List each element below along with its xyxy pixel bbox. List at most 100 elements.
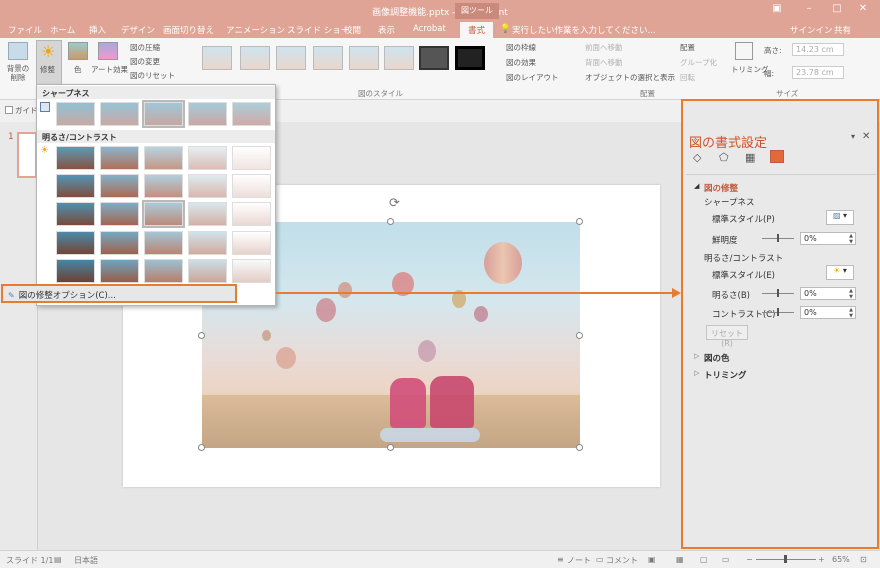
brightness-contrast-option[interactable] <box>188 259 227 283</box>
tab-animations[interactable]: アニメーション <box>226 24 285 36</box>
picture-style-8[interactable] <box>455 46 485 70</box>
brightness-contrast-option[interactable] <box>56 146 95 170</box>
group-button[interactable]: グループ化 <box>680 57 717 68</box>
normal-view-icon[interactable]: ▣ <box>648 555 656 564</box>
sharpness-option[interactable] <box>188 102 227 126</box>
height-input[interactable]: 14.23 cm <box>792 43 844 56</box>
tab-home[interactable]: ホーム <box>50 24 75 36</box>
send-backward-button[interactable]: 背面へ移動 <box>585 57 623 68</box>
remove-background-button[interactable]: 背景の削除 <box>4 64 32 82</box>
brightness-spinner[interactable]: 0% ▲ ▼ <box>800 287 856 300</box>
artistic-effects-button[interactable]: アート効果 <box>91 64 128 75</box>
tab-transitions[interactable]: 画面切り替え <box>163 24 214 36</box>
brightness-contrast-option[interactable] <box>100 174 139 198</box>
resize-handle[interactable] <box>576 218 583 225</box>
brightness-contrast-option[interactable] <box>232 146 271 170</box>
language-indicator[interactable]: 日本語 <box>74 555 98 566</box>
reset-picture-button[interactable]: 図のリセット <box>130 70 175 81</box>
tab-insert[interactable]: 挿入 <box>89 24 106 36</box>
tab-view[interactable]: 表示 <box>378 24 395 36</box>
tab-review[interactable]: 校閲 <box>344 24 361 36</box>
zoom-level[interactable]: 65% <box>832 555 850 564</box>
pane-options-chevron-icon[interactable]: ▾ <box>851 132 855 141</box>
maximize-button[interactable]: □ <box>826 3 848 17</box>
brightness-contrast-option[interactable] <box>100 146 139 170</box>
brightness-contrast-option[interactable] <box>144 146 183 170</box>
resize-handle[interactable] <box>576 444 583 451</box>
zoom-out-button[interactable]: − <box>746 555 753 564</box>
sharpness-option[interactable] <box>232 102 271 126</box>
contrast-slider-thumb[interactable] <box>777 308 779 316</box>
reset-button[interactable]: リセット(R) <box>706 325 748 348</box>
picture-style-3[interactable] <box>276 46 306 70</box>
resize-handle[interactable] <box>576 332 583 339</box>
resize-handle[interactable] <box>387 218 394 225</box>
guide-checkbox[interactable] <box>5 106 13 114</box>
width-input[interactable]: 23.78 cm <box>792 66 844 79</box>
slide-sorter-icon[interactable]: ▦ <box>676 555 684 564</box>
compress-pictures-button[interactable]: 図の圧縮 <box>130 42 160 53</box>
slide-thumbnail[interactable] <box>17 132 37 178</box>
brightness-contrast-option[interactable] <box>232 202 271 226</box>
picture-corrections-options-button[interactable]: ✎ 図の修整オプション(C)... <box>1 284 237 303</box>
sharpness-slider-thumb[interactable] <box>777 234 779 242</box>
pane-close-icon[interactable]: ✕ <box>862 131 870 142</box>
zoom-in-button[interactable]: + <box>818 555 825 564</box>
picture-style-1[interactable] <box>202 46 232 70</box>
tell-me-input[interactable]: 実行したい作業を入力してください... <box>512 24 656 36</box>
picture-layout-button[interactable]: 図のレイアウト <box>506 72 559 83</box>
rotate-handle-icon[interactable]: ⟳ <box>389 196 400 211</box>
align-button[interactable]: 配置 <box>680 42 695 53</box>
brightness-contrast-option[interactable] <box>232 259 271 283</box>
fill-line-icon[interactable]: ◇ <box>693 151 701 164</box>
tab-slideshow[interactable]: スライド ショー <box>287 24 349 36</box>
sharpness-preset-dropdown[interactable]: ▨ ▾ <box>826 210 854 225</box>
brightness-contrast-option[interactable] <box>56 231 95 255</box>
brightness-contrast-option[interactable] <box>188 202 227 226</box>
resize-handle[interactable] <box>387 444 394 451</box>
crop-button[interactable]: トリミング <box>731 64 769 75</box>
resize-handle[interactable] <box>198 444 205 451</box>
bring-forward-button[interactable]: 前面へ移動 <box>585 42 623 53</box>
change-picture-button[interactable]: 図の変更 <box>130 56 160 67</box>
picture-color-section[interactable]: 図の色 <box>704 352 730 364</box>
signin-link[interactable]: サインイン <box>790 24 833 36</box>
picture-style-6[interactable] <box>384 46 414 70</box>
picture-style-2[interactable] <box>240 46 270 70</box>
picture-effects-button[interactable]: 図の効果 <box>506 57 536 68</box>
brightness-contrast-option[interactable] <box>100 231 139 255</box>
brightness-contrast-option[interactable] <box>100 259 139 283</box>
fit-to-window-icon[interactable]: ⊡ <box>860 555 867 564</box>
picture-style-5[interactable] <box>349 46 379 70</box>
brightness-contrast-option[interactable] <box>188 231 227 255</box>
picture-style-7[interactable] <box>419 46 449 70</box>
picture-border-button[interactable]: 図の枠線 <box>506 42 536 53</box>
sharpness-option[interactable] <box>142 100 185 128</box>
reading-view-icon[interactable]: ▢ <box>700 555 708 564</box>
brightness-contrast-option[interactable] <box>100 202 139 226</box>
brightness-contrast-option[interactable] <box>232 174 271 198</box>
size-properties-icon[interactable]: ▦ <box>745 151 755 164</box>
contrast-spinner[interactable]: 0% ▲ ▼ <box>800 306 856 319</box>
brightness-contrast-option[interactable] <box>56 202 95 226</box>
brightness-contrast-option[interactable] <box>144 259 183 283</box>
brightness-contrast-option[interactable] <box>142 200 185 228</box>
picture-corrections-section[interactable]: 図の修整 <box>704 182 738 194</box>
ribbon-display-button[interactable]: ▣ <box>766 3 788 17</box>
sharpness-option[interactable] <box>100 102 139 126</box>
tab-acrobat[interactable]: Acrobat <box>413 24 446 34</box>
sharpness-option[interactable] <box>56 102 95 126</box>
color-button[interactable]: 色 <box>74 64 82 75</box>
resize-handle[interactable] <box>198 332 205 339</box>
notes-button[interactable]: ノート <box>567 555 591 566</box>
sharpness-spinner[interactable]: 0% ▲ ▼ <box>800 232 856 245</box>
tab-design[interactable]: デザイン <box>121 24 155 36</box>
brightness-contrast-option[interactable] <box>144 174 183 198</box>
rotate-button[interactable]: 回転 <box>680 72 695 83</box>
brightness-contrast-option[interactable] <box>56 174 95 198</box>
effects-pentagon-icon[interactable]: ⬠ <box>719 151 729 164</box>
brightness-contrast-option[interactable] <box>188 174 227 198</box>
comments-button[interactable]: コメント <box>606 555 638 566</box>
brightness-contrast-option[interactable] <box>56 259 95 283</box>
share-button[interactable]: 共有 <box>834 24 851 36</box>
